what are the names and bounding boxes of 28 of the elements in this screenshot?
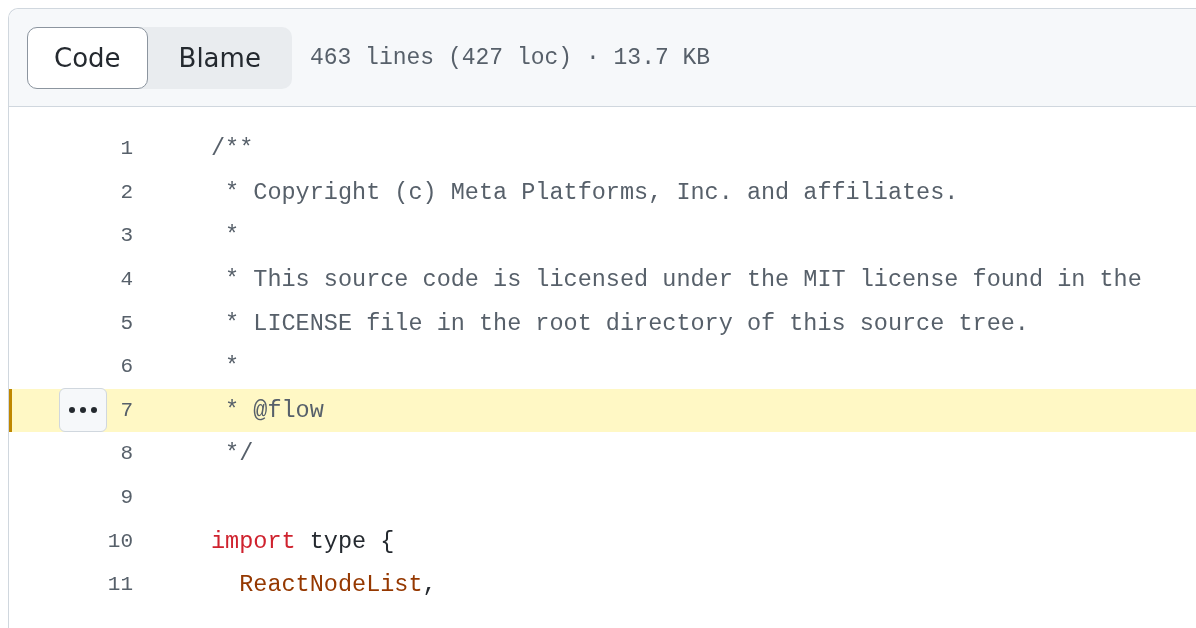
code-comment: * @flow xyxy=(224,396,324,424)
line-number: 10 xyxy=(107,529,133,553)
line-number: 2 xyxy=(119,180,133,204)
line-number: 11 xyxy=(107,573,133,597)
code-comment: */ xyxy=(224,440,254,468)
view-tab[interactable]: Blame xyxy=(147,26,292,89)
view-tab[interactable]: Code xyxy=(27,26,148,89)
line-number: 6 xyxy=(119,355,133,379)
code-comment: * This source code is licensed under the MIT license found in the xyxy=(224,266,1142,294)
code-keyword: import xyxy=(211,527,296,555)
code-comment: * Copyright (c) Meta Platforms, Inc. and affiliates. xyxy=(224,178,959,206)
line-number: 5 xyxy=(119,311,133,335)
line-number: 1 xyxy=(119,137,133,161)
line-number: 7 xyxy=(119,398,133,422)
file-info: 463 lines (427 loc) · 13.7 KB xyxy=(309,44,711,71)
code-comment: * xyxy=(224,353,240,381)
line-number: 9 xyxy=(119,486,133,510)
code-comment: * LICENSE file in the root directory of this source tree. xyxy=(224,309,1029,337)
code-comment: /** xyxy=(211,135,254,163)
code-text: type { xyxy=(308,527,395,555)
line-number: 4 xyxy=(119,268,133,292)
code-identifier: ReactNodeList xyxy=(238,571,423,599)
more-options-button[interactable] xyxy=(59,388,107,433)
line-number: 3 xyxy=(119,224,133,248)
code-text: , xyxy=(422,571,437,599)
line-number: 8 xyxy=(119,442,133,466)
kebab-icon xyxy=(68,406,98,415)
code-comment: * xyxy=(224,222,240,250)
